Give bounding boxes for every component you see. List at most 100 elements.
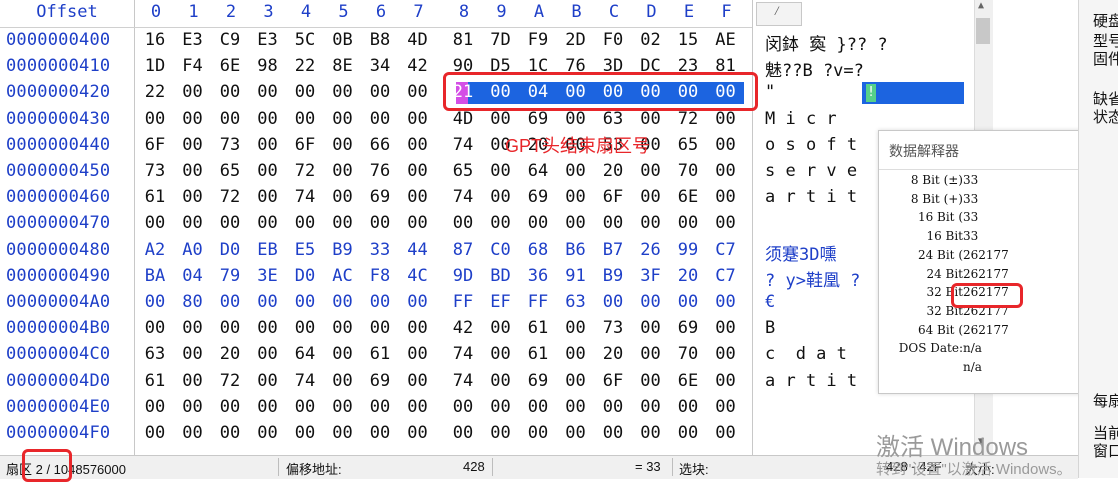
hex-byte[interactable]: 91 [563, 266, 589, 286]
hex-byte[interactable]: 00 [217, 318, 243, 338]
hex-byte[interactable]: 00 [563, 161, 589, 181]
hex-byte[interactable]: 00 [675, 292, 701, 312]
hex-byte[interactable]: 0B [330, 30, 356, 50]
hex-byte[interactable]: F4 [180, 56, 206, 76]
hex-byte[interactable]: 00 [330, 135, 356, 155]
hex-byte[interactable]: 00 [713, 109, 739, 129]
hex-byte[interactable]: B9 [330, 240, 356, 260]
hex-byte[interactable]: 00 [292, 213, 318, 233]
hex-byte[interactable]: 3E [255, 266, 281, 286]
hex-byte[interactable]: FF [450, 292, 476, 312]
hex-byte[interactable]: 63 [563, 292, 589, 312]
hex-byte[interactable]: E3 [180, 30, 206, 50]
hex-byte[interactable]: 64 [525, 161, 551, 181]
hex-byte[interactable]: C0 [488, 240, 514, 260]
hex-byte[interactable]: 26 [638, 240, 664, 260]
hex-byte[interactable]: 00 [488, 423, 514, 443]
hex-byte[interactable]: 00 [255, 135, 281, 155]
hex-byte[interactable]: 69 [367, 371, 393, 391]
hex-byte[interactable]: 00 [638, 161, 664, 181]
hex-byte[interactable]: 00 [675, 423, 701, 443]
hex-byte[interactable]: 00 [525, 213, 551, 233]
hex-byte[interactable]: 42 [450, 318, 476, 338]
hex-byte[interactable]: BD [488, 266, 514, 286]
hex-byte[interactable]: 00 [292, 318, 318, 338]
hex-byte[interactable]: 69 [367, 187, 393, 207]
hex-byte[interactable]: 00 [255, 344, 281, 364]
hex-byte[interactable]: 69 [525, 109, 551, 129]
hex-byte[interactable]: 00 [255, 292, 281, 312]
hex-byte[interactable]: 00 [330, 423, 356, 443]
hex-byte[interactable]: 00 [450, 213, 476, 233]
hex-byte[interactable]: 00 [488, 344, 514, 364]
hex-byte[interactable]: 00 [217, 423, 243, 443]
hex-byte[interactable]: 00 [180, 135, 206, 155]
hex-byte[interactable]: 73 [142, 161, 168, 181]
hex-byte[interactable]: D0 [217, 240, 243, 260]
hex-byte[interactable]: 64 [292, 344, 318, 364]
hex-byte[interactable]: 6F [600, 371, 626, 391]
hex-byte[interactable]: 00 [255, 109, 281, 129]
hex-byte[interactable]: 00 [217, 292, 243, 312]
text-column-header-button[interactable]: ⁄ [756, 2, 802, 26]
hex-byte[interactable]: 00 [488, 213, 514, 233]
hex-byte[interactable]: EF [488, 292, 514, 312]
hex-byte[interactable]: 00 [180, 161, 206, 181]
hex-byte[interactable]: 00 [405, 344, 431, 364]
hex-byte[interactable]: 00 [142, 292, 168, 312]
hex-byte[interactable]: 63 [600, 109, 626, 129]
hex-byte[interactable]: 22 [142, 82, 168, 102]
hex-byte[interactable]: 72 [217, 187, 243, 207]
hex-byte[interactable]: 00 [488, 371, 514, 391]
hex-byte[interactable]: AC [330, 266, 356, 286]
hex-byte[interactable]: 74 [450, 135, 476, 155]
hex-byte[interactable]: 42 [405, 56, 431, 76]
hex-byte[interactable]: 00 [142, 397, 168, 417]
hex-byte[interactable]: 00 [563, 187, 589, 207]
hex-byte[interactable]: B6 [563, 240, 589, 260]
hex-byte[interactable]: 00 [217, 109, 243, 129]
hex-byte[interactable]: 00 [638, 318, 664, 338]
hex-byte[interactable]: 00 [638, 292, 664, 312]
hex-byte[interactable]: 00 [563, 109, 589, 129]
hex-byte[interactable]: 00 [255, 161, 281, 181]
hex-byte[interactable]: A2 [142, 240, 168, 260]
hex-byte[interactable]: 00 [180, 344, 206, 364]
hex-byte[interactable]: 00 [255, 318, 281, 338]
hex-byte[interactable]: 00 [180, 371, 206, 391]
hex-byte[interactable]: 00 [330, 82, 356, 102]
hex-byte[interactable]: 20 [600, 161, 626, 181]
hex-byte[interactable]: 20 [217, 344, 243, 364]
hex-byte[interactable]: 00 [180, 109, 206, 129]
hex-byte[interactable]: 61 [525, 318, 551, 338]
hex-byte[interactable]: 6F [142, 135, 168, 155]
hex-byte[interactable]: 00 [255, 397, 281, 417]
scrollbar-thumb[interactable] [976, 18, 990, 44]
hex-byte[interactable]: 15 [675, 30, 701, 50]
hex-byte[interactable]: 00 [292, 82, 318, 102]
hex-byte[interactable]: 74 [450, 187, 476, 207]
hex-byte[interactable]: C7 [713, 266, 739, 286]
hex-byte[interactable]: 61 [525, 344, 551, 364]
hex-byte[interactable]: B8 [367, 30, 393, 50]
hex-byte[interactable]: 4C [405, 266, 431, 286]
hex-byte[interactable]: 00 [367, 213, 393, 233]
hex-byte[interactable]: AE [713, 30, 739, 50]
hex-byte[interactable]: 00 [180, 187, 206, 207]
hex-byte[interactable]: 74 [292, 187, 318, 207]
hex-byte[interactable]: 6F [292, 135, 318, 155]
hex-byte[interactable]: 00 [330, 109, 356, 129]
hex-byte[interactable]: 00 [330, 344, 356, 364]
hex-byte[interactable]: 00 [563, 213, 589, 233]
hex-byte[interactable]: 81 [450, 30, 476, 50]
hex-byte[interactable]: 36 [525, 266, 551, 286]
hex-byte[interactable]: 00 [255, 371, 281, 391]
hex-byte[interactable]: 00 [292, 109, 318, 129]
hex-byte[interactable]: 00 [292, 397, 318, 417]
hex-byte[interactable]: 00 [255, 423, 281, 443]
hex-byte[interactable]: 00 [142, 213, 168, 233]
hex-byte[interactable]: 00 [292, 292, 318, 312]
hex-byte[interactable]: 00 [713, 161, 739, 181]
hex-byte[interactable]: 00 [638, 423, 664, 443]
hex-byte[interactable]: B9 [600, 266, 626, 286]
